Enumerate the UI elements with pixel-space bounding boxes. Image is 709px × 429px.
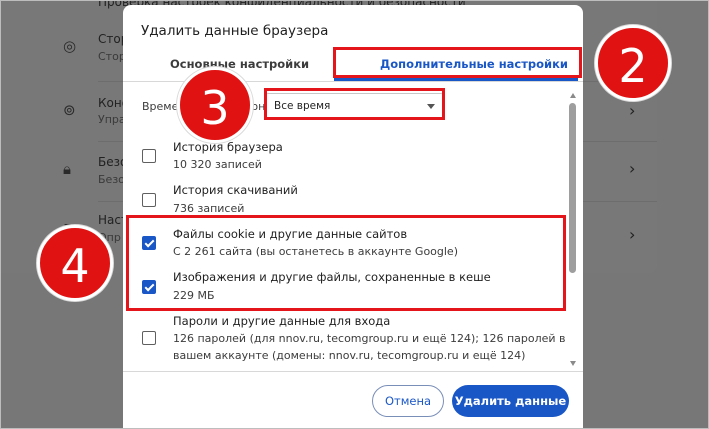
footer-divider xyxy=(123,371,583,372)
item-title: История браузера xyxy=(173,140,283,154)
scrollbar-thumb[interactable] xyxy=(569,103,576,273)
item-title: Пароли и другие данные для входа xyxy=(173,314,391,328)
scrollbar[interactable] xyxy=(568,93,578,366)
bg-row-subtitle: Стор xyxy=(98,50,126,63)
step-badge-2: 2 xyxy=(595,25,671,101)
highlight-time-range xyxy=(264,88,445,120)
tab-basic[interactable]: Основные настройки xyxy=(170,57,309,71)
screenshot-frame: Проверка настроек конфиденциальности и б… xyxy=(0,0,709,429)
lock-icon: 🔒︎ xyxy=(63,160,71,178)
checkbox-download-history[interactable] xyxy=(142,193,156,207)
item-subtitle: 126 паролей (для nnov.ru, tecomgroup.ru … xyxy=(173,332,566,345)
highlight-checked-items xyxy=(126,215,566,311)
step-badge-3: 3 xyxy=(177,67,253,143)
bg-row-subtitle: Безо xyxy=(98,173,125,186)
dialog-title: Удалить данные браузера xyxy=(141,23,329,39)
item-subtitle-continued: вашем аккаунте (домены: nnov.ru, tecomgr… xyxy=(173,349,526,362)
chevron-right-icon: › xyxy=(629,159,636,178)
item-title: История скачиваний xyxy=(173,183,298,197)
scroll-up-arrow-icon[interactable] xyxy=(570,93,576,98)
chevron-right-icon: › xyxy=(629,101,636,120)
item-subtitle: 736 записей xyxy=(173,202,245,215)
highlight-advanced-tab xyxy=(333,47,582,78)
chevron-right-icon: › xyxy=(629,225,636,244)
checkbox-browsing-history[interactable] xyxy=(142,149,156,163)
step-badge-4: 4 xyxy=(37,225,113,301)
bg-row-subtitle: Упра xyxy=(98,113,126,126)
target-icon: ⊚ xyxy=(63,101,76,119)
cancel-button[interactable]: Отмена xyxy=(372,385,444,417)
checkbox-passwords[interactable] xyxy=(142,331,156,345)
item-subtitle: 10 320 записей xyxy=(173,158,262,171)
scroll-down-arrow-icon[interactable] xyxy=(570,361,576,366)
cookie-icon: ◎ xyxy=(63,37,77,55)
delete-data-button[interactable]: Удалить данные xyxy=(452,385,569,417)
